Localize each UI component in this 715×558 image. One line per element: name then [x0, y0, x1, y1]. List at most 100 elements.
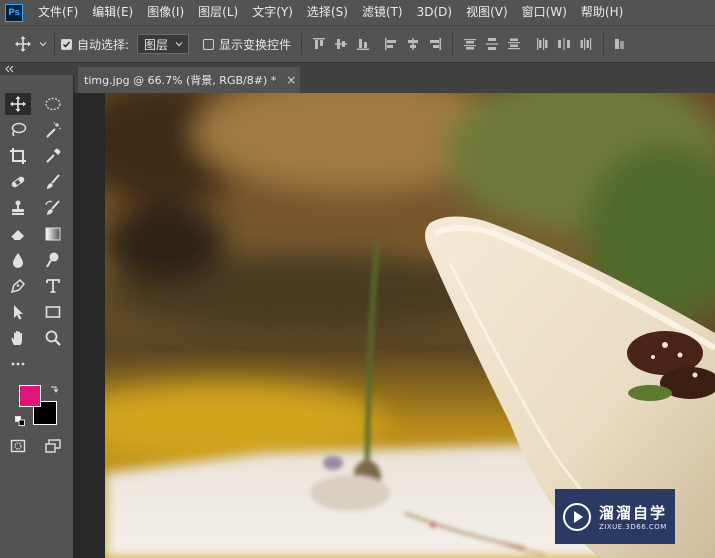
healing-brush-tool[interactable]: [5, 171, 31, 193]
photoshop-logo-icon[interactable]: Ps: [5, 3, 23, 22]
document-tab-title: timg.jpg @ 66.7% (背景, RGB/8#) *: [84, 74, 277, 87]
align-right-edges-icon[interactable]: [427, 36, 443, 52]
magic-wand-tool[interactable]: [40, 119, 66, 141]
align-vertical-centers-icon[interactable]: [333, 36, 349, 52]
menu-window[interactable]: 窗口(W): [515, 0, 574, 25]
collapse-panel-icon[interactable]: [5, 65, 15, 73]
history-brush-tool[interactable]: [40, 197, 66, 219]
path-selection-tool[interactable]: [5, 301, 31, 323]
menu-type[interactable]: 文字(Y): [245, 0, 300, 25]
distribute-horizontal-centers-icon[interactable]: [556, 36, 572, 52]
gradient-tool[interactable]: [40, 223, 66, 245]
rectangle-tool[interactable]: [40, 301, 66, 323]
drop-icon: [13, 253, 23, 268]
crop-tool[interactable]: [5, 145, 31, 167]
align-top-edges-icon[interactable]: [311, 36, 327, 52]
chevron-down-icon: [39, 42, 47, 47]
menu-file[interactable]: 文件(F): [31, 0, 85, 25]
lasso-icon: [11, 122, 27, 137]
eyedropper-icon: [46, 148, 61, 163]
marquee-tool[interactable]: [40, 93, 66, 115]
history-brush-icon: [45, 200, 60, 215]
document-tab[interactable]: timg.jpg @ 66.7% (背景, RGB/8#) * ×: [78, 67, 300, 93]
menu-3d[interactable]: 3D(D): [410, 0, 459, 25]
separator: [54, 33, 55, 55]
menu-select[interactable]: 选择(S): [300, 0, 355, 25]
menu-edit[interactable]: 编辑(E): [85, 0, 140, 25]
type-tool[interactable]: [40, 275, 66, 297]
more-tools[interactable]: [5, 353, 31, 375]
watermark-url: ZIXUE.3D66.COM: [599, 523, 667, 531]
auto-select-target-dropdown[interactable]: 图层: [137, 34, 190, 54]
show-transform-controls-label: 显示变换控件: [219, 37, 292, 52]
pen-icon: [10, 278, 26, 294]
align-left-edges-icon[interactable]: [383, 36, 399, 52]
magic-wand-icon: [46, 122, 61, 138]
tools-panel: [0, 75, 74, 558]
zoom-tool[interactable]: [40, 327, 66, 349]
screen-mode-tool[interactable]: [40, 435, 66, 457]
align-bottom-edges-icon[interactable]: [355, 36, 371, 52]
show-transform-controls-checkbox[interactable]: [203, 38, 215, 50]
distribute-vertical-centers-icon[interactable]: [484, 36, 500, 52]
move-icon: [15, 36, 31, 52]
close-tab-icon[interactable]: ×: [286, 73, 296, 87]
hand-tool[interactable]: [5, 327, 31, 349]
default-colors-icon[interactable]: [15, 416, 25, 426]
auto-select-checkbox[interactable]: [61, 38, 72, 50]
checkmark-icon: [62, 41, 71, 48]
watermark-title: 溜溜自学: [599, 504, 668, 522]
eyedropper-tool[interactable]: [40, 145, 66, 167]
menu-help[interactable]: 帮助(H): [574, 0, 630, 25]
menu-view[interactable]: 视图(V): [459, 0, 515, 25]
play-logo-icon: [563, 502, 591, 531]
options-bar: 自动选择: 图层 显示变换控件: [0, 25, 715, 63]
swap-colors-icon[interactable]: [49, 384, 59, 394]
elliptical-marquee-icon: [45, 97, 61, 111]
document-tab-bar: timg.jpg @ 66.7% (背景, RGB/8#) * ×: [74, 63, 715, 93]
auto-select-target-value: 图层: [144, 37, 169, 52]
rectangle-icon: [45, 306, 61, 318]
move-icon: [10, 96, 26, 112]
menu-image[interactable]: 图像(I): [140, 0, 191, 25]
distribute-left-edges-icon[interactable]: [534, 36, 550, 52]
crop-icon: [10, 148, 26, 164]
quick-mask-tool[interactable]: [5, 435, 31, 457]
toolbar-header: [0, 63, 74, 75]
menu-layer[interactable]: 图层(L): [191, 0, 245, 25]
quick-mask-icon: [10, 439, 26, 453]
move-tool[interactable]: [5, 93, 31, 115]
distribute-right-edges-icon[interactable]: [578, 36, 594, 52]
stamp-icon: [12, 200, 24, 215]
eraser-tool[interactable]: [5, 223, 31, 245]
chevron-down-icon: [175, 42, 183, 47]
brush-icon: [47, 174, 60, 189]
menu-filter[interactable]: 滤镜(T): [355, 0, 410, 25]
dodge-icon: [46, 252, 59, 268]
separator: [452, 33, 454, 55]
foreground-color-swatch[interactable]: [19, 385, 41, 407]
eraser-icon: [10, 230, 24, 241]
gradient-icon: [45, 227, 61, 241]
auto-select-label: 自动选择:: [77, 37, 130, 52]
magnifier-icon: [45, 330, 61, 346]
align-horizontal-centers-icon[interactable]: [405, 36, 421, 52]
move-tool-preset-button[interactable]: [14, 35, 48, 53]
type-icon: [46, 279, 60, 293]
auto-align-layers-icon[interactable]: [613, 36, 629, 52]
lasso-tool[interactable]: [5, 119, 31, 141]
menu-bar: Ps 文件(F) 编辑(E) 图像(I) 图层(L) 文字(Y) 选择(S) 滤…: [0, 0, 715, 25]
separator: [603, 33, 605, 55]
arrow-pointer-icon: [14, 305, 23, 320]
pen-tool[interactable]: [5, 275, 31, 297]
blur-tool[interactable]: [5, 249, 31, 271]
separator: [301, 33, 303, 55]
clone-stamp-tool[interactable]: [5, 197, 31, 219]
brush-tool[interactable]: [40, 171, 66, 193]
dodge-tool[interactable]: [40, 249, 66, 271]
distribute-top-edges-icon[interactable]: [462, 36, 478, 52]
screen-mode-icon: [45, 439, 61, 453]
distribute-bottom-edges-icon[interactable]: [506, 36, 522, 52]
watermark: 溜溜自学 ZIXUE.3D66.COM: [555, 489, 675, 544]
bandage-icon: [11, 176, 25, 188]
